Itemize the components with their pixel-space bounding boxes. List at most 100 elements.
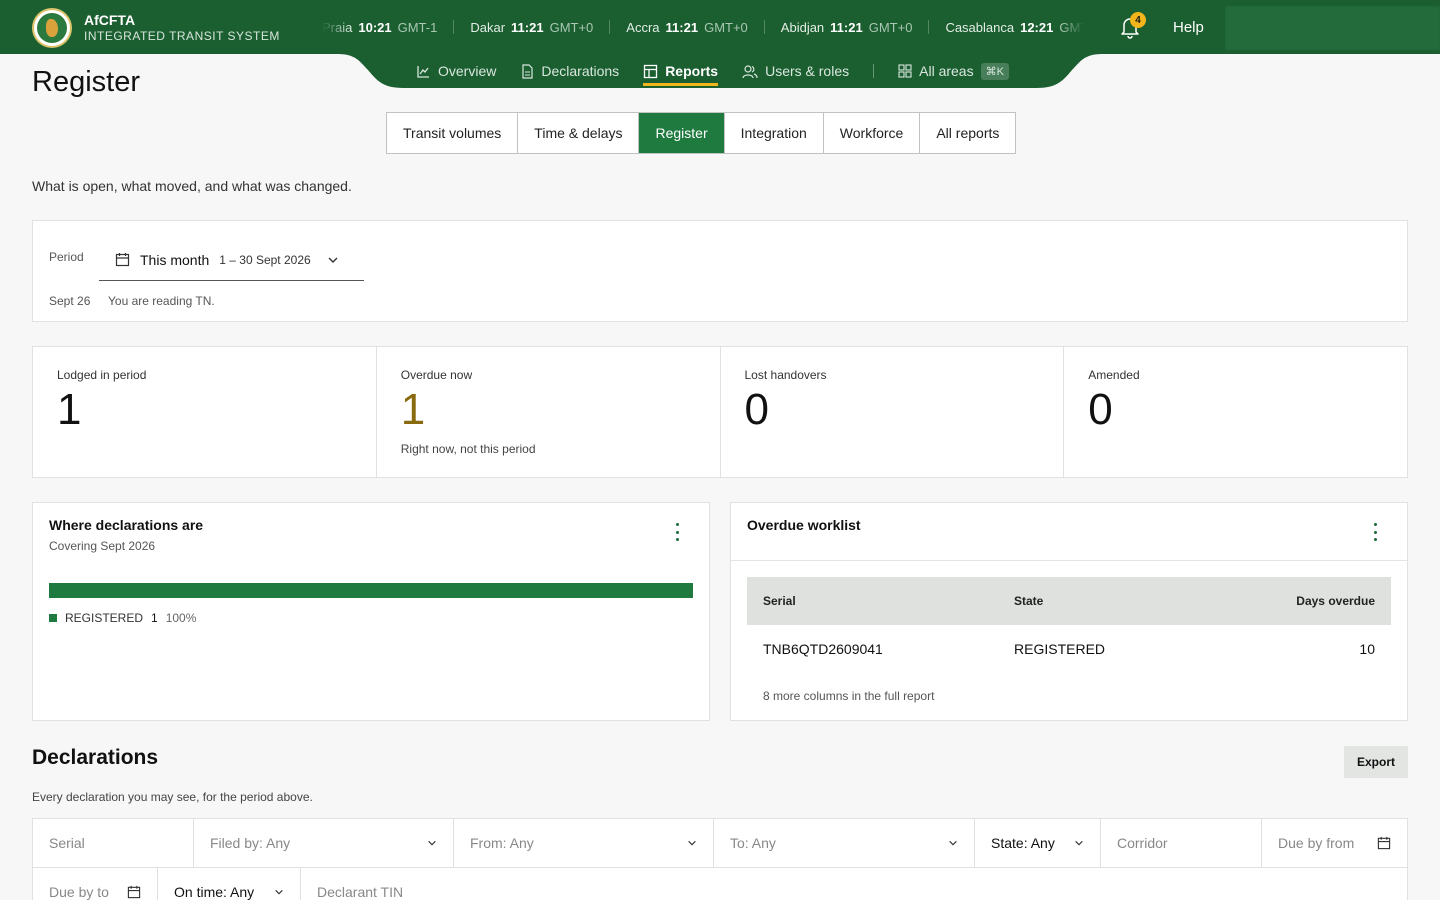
tab-all-reports[interactable]: All reports [920, 113, 1015, 153]
table-row[interactable]: TNB6QTD2609041 REGISTERED 10 [747, 625, 1391, 673]
chevron-down-icon [328, 257, 338, 263]
document-icon [522, 63, 533, 79]
declarations-subtitle: Every declaration you may see, for the p… [32, 790, 313, 804]
tab-workforce[interactable]: Workforce [824, 113, 921, 153]
kpi-value: 1 [400, 385, 426, 434]
due-to-placeholder: Due by to [49, 884, 109, 900]
corridor-filter-input[interactable]: Corridor [1101, 819, 1262, 867]
table-header: Serial State Days overdue [747, 577, 1391, 625]
tab-time-delays[interactable]: Time & delays [518, 113, 640, 153]
kpi-strip: Lodged in period 1 Overdue now 1 Right n… [32, 346, 1408, 478]
grid-icon [898, 64, 912, 78]
main-nav: Overview Declarations Reports Users & ro… [416, 54, 1009, 88]
declarations-filters: Serial Filed by: Any From: Any To: Any S… [32, 818, 1408, 900]
page-intro: What is open, what moved, and what was c… [32, 178, 352, 194]
overdue-worklist-card: Overdue worklist Serial State Days overd… [730, 502, 1408, 721]
state-distribution-bar [49, 583, 693, 598]
declarations-section-title: Declarations [32, 746, 159, 769]
users-icon [742, 64, 758, 78]
clock-city: Accra [626, 19, 660, 35]
card-divider [731, 560, 1407, 561]
clock-item: Abidjan 11:21 GMT+0 [765, 19, 930, 35]
chevron-down-icon [1075, 840, 1083, 846]
calendar-icon[interactable] [1377, 836, 1391, 850]
clock-timezone: GMT+1 [1059, 19, 1084, 35]
chart-line-icon [417, 65, 429, 78]
from-select[interactable]: From: Any [454, 819, 714, 867]
tab-register[interactable]: Register [639, 113, 725, 153]
page-title: Register [32, 66, 140, 98]
kpi-lost-handovers: Lost handovers 0 [721, 347, 1065, 477]
on-time-select[interactable]: On time: Any [158, 868, 301, 900]
nav-divider [873, 64, 875, 78]
filed-by-value: Filed by: Any [210, 835, 291, 851]
user-menu[interactable] [1225, 6, 1440, 50]
calendar-icon [115, 253, 130, 267]
tab-transit-volumes[interactable]: Transit volumes [387, 113, 519, 153]
due-by-from-input[interactable]: Due by from [1262, 819, 1407, 867]
from-value: From: Any [470, 835, 534, 851]
clock-time: 11:21 [665, 19, 699, 35]
top-header: AfCFTA INTEGRATED TRANSIT SYSTEM Praia 1… [0, 0, 1440, 54]
table-icon [644, 64, 658, 78]
where-declarations-card: Where declarations are Covering Sept 202… [32, 502, 710, 721]
state-bar-segment-registered[interactable] [49, 583, 693, 598]
cell-state: REGISTERED [1014, 641, 1106, 657]
kpi-label: Lost handovers [744, 368, 827, 382]
period-footnote-text: You are reading TN. [108, 294, 215, 308]
nav-reports[interactable]: Reports [643, 54, 718, 88]
filter-row: Due by to On time: Any Declarant TIN [33, 867, 1407, 900]
filed-by-select[interactable]: Filed by: Any [194, 819, 454, 867]
nav-declarations[interactable]: Declarations [520, 54, 619, 88]
to-select[interactable]: To: Any [714, 819, 975, 867]
state-select[interactable]: State: Any [975, 819, 1101, 867]
report-tabs: Transit volumes Time & delays Register I… [386, 112, 1017, 154]
legend-state: REGISTERED [65, 611, 144, 625]
chevron-down-icon [428, 840, 436, 846]
export-button[interactable]: Export [1344, 746, 1408, 778]
tab-integration[interactable]: Integration [725, 113, 824, 153]
clock-time: 11:21 [511, 19, 544, 35]
clock-item: Accra 11:21 GMT+0 [610, 19, 765, 35]
kpi-label: Lodged in period [57, 368, 147, 382]
help-link[interactable]: Help [1173, 19, 1204, 36]
legend-swatch [49, 614, 57, 622]
clock-timezone: GMT+0 [549, 19, 594, 35]
clock-time: 10:21 [358, 19, 392, 35]
nav-overview[interactable]: Overview [416, 54, 496, 88]
afcfta-logo[interactable] [32, 8, 72, 48]
clock-time: 12:21 [1020, 19, 1054, 35]
column-header-state[interactable]: State [1014, 594, 1214, 608]
serial-filter-placeholder: Serial [49, 835, 85, 851]
to-value: To: Any [730, 835, 776, 851]
chevron-down-icon [949, 840, 957, 846]
calendar-icon[interactable] [127, 885, 141, 899]
more-options-icon[interactable] [667, 523, 687, 541]
card-title: Overdue worklist [747, 517, 861, 533]
more-options-icon[interactable] [1365, 523, 1385, 541]
nav-users-roles[interactable]: Users & roles [742, 54, 849, 88]
due-by-to-input[interactable]: Due by to [33, 868, 158, 900]
kpi-value: 0 [744, 385, 769, 434]
notification-count-badge: 4 [1130, 12, 1146, 28]
clock-time: 11:21 [830, 19, 863, 35]
column-header-serial[interactable]: Serial [747, 594, 1014, 608]
kpi-label: Amended [1088, 368, 1140, 382]
filter-row: Serial Filed by: Any From: Any To: Any S… [33, 819, 1407, 867]
on-time-value: On time: Any [174, 884, 255, 900]
nav-all-areas[interactable]: All areas ⌘K [898, 54, 1009, 88]
period-range: 1 – 30 Sept 2026 [219, 252, 311, 267]
card-subtitle: Covering Sept 2026 [49, 539, 156, 553]
kpi-value: 0 [1088, 385, 1113, 434]
column-header-days-overdue[interactable]: Days overdue [1214, 594, 1391, 608]
declarant-tin-input[interactable]: Declarant TIN [301, 868, 461, 900]
serial-filter-input[interactable]: Serial [33, 819, 194, 867]
cell-days-overdue: 10 [1359, 641, 1375, 657]
kpi-label: Overdue now [400, 368, 473, 382]
brand-name: AfCFTA [84, 12, 136, 28]
nav-reports-label: Reports [665, 63, 719, 79]
period-value: This month [140, 251, 210, 268]
state-value: State: Any [991, 835, 1055, 851]
period-select[interactable]: This month 1 – 30 Sept 2026 [99, 239, 364, 281]
kpi-value: 1 [57, 385, 82, 434]
